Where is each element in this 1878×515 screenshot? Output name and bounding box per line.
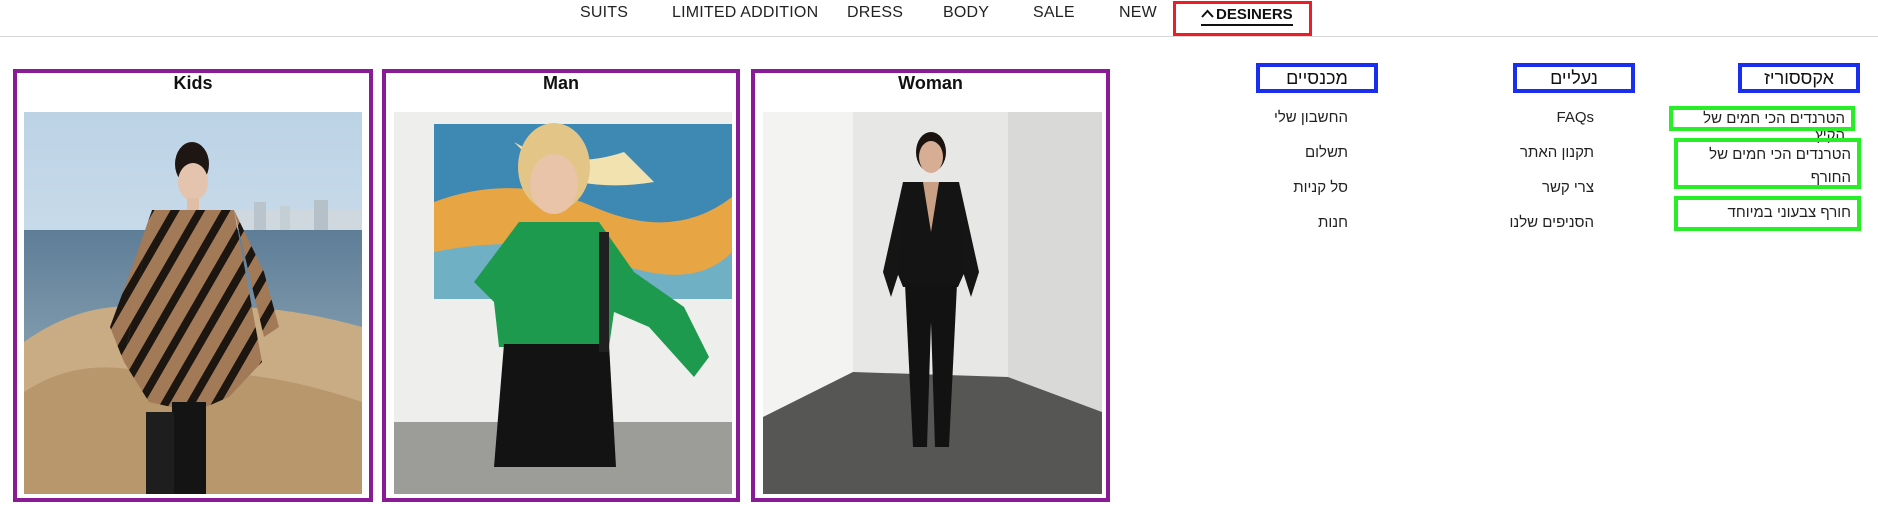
man-photo[interactable] (394, 112, 732, 494)
category-card-man[interactable]: Man (382, 69, 740, 502)
link-faqs[interactable]: FAQs (1556, 109, 1594, 126)
nav-item-sale[interactable]: SALE (1033, 4, 1075, 22)
nav-item-new[interactable]: NEW (1119, 4, 1157, 22)
woman-photo-image (763, 112, 1102, 494)
link-shopping-cart[interactable]: סל קניות (1293, 179, 1348, 196)
woman-photo[interactable] (763, 112, 1102, 494)
nav-item-suits[interactable]: SUITS (580, 4, 628, 22)
link-winter-trends[interactable]: הטרנדים הכי חמים של החורף (1674, 138, 1861, 189)
chevron-up-icon (1201, 9, 1214, 18)
column-heading-pants[interactable]: מכנסיים (1256, 63, 1378, 93)
link-our-branches[interactable]: הסניפים שלנו (1510, 214, 1595, 231)
link-contact-us[interactable]: צרי קשר (1542, 179, 1594, 196)
nav-item-designers-label: DESINERS (1201, 6, 1293, 26)
link-colorful-winter[interactable]: חורף צבעוני במיוחד (1674, 196, 1861, 231)
card-title-man: Man (543, 73, 579, 93)
card-title-woman: Woman (898, 73, 963, 93)
nav-item-body[interactable]: BODY (943, 4, 989, 22)
nav-item-designers[interactable]: DESINERS (1173, 1, 1312, 36)
kids-photo-image (24, 112, 362, 494)
nav-item-designers-text: DESINERS (1216, 6, 1293, 23)
card-title-kids: Kids (173, 73, 213, 93)
kids-photo[interactable] (24, 112, 362, 494)
link-shop[interactable]: חנות (1318, 214, 1348, 231)
link-payment[interactable]: תשלום (1305, 144, 1348, 161)
category-card-woman[interactable]: Woman (751, 69, 1110, 502)
column-heading-accessories[interactable]: אקססוריז (1738, 63, 1860, 93)
link-summer-trends[interactable]: הטרנדים הכי חמים של הקיץ (1669, 106, 1855, 144)
nav-item-dress[interactable]: DRESS (847, 4, 903, 22)
category-card-kids[interactable]: Kids (13, 69, 373, 502)
man-photo-image (394, 112, 732, 494)
top-navigation: SUITS LIMITED ADDITION DRESS BODY SALE N… (0, 0, 1878, 37)
nav-item-limited-addition[interactable]: LIMITED ADDITION (672, 4, 818, 22)
link-site-terms[interactable]: תקנון האתר (1520, 144, 1594, 161)
link-my-account[interactable]: החשבון שלי (1274, 109, 1348, 126)
column-heading-shoes[interactable]: נעליים (1513, 63, 1635, 93)
